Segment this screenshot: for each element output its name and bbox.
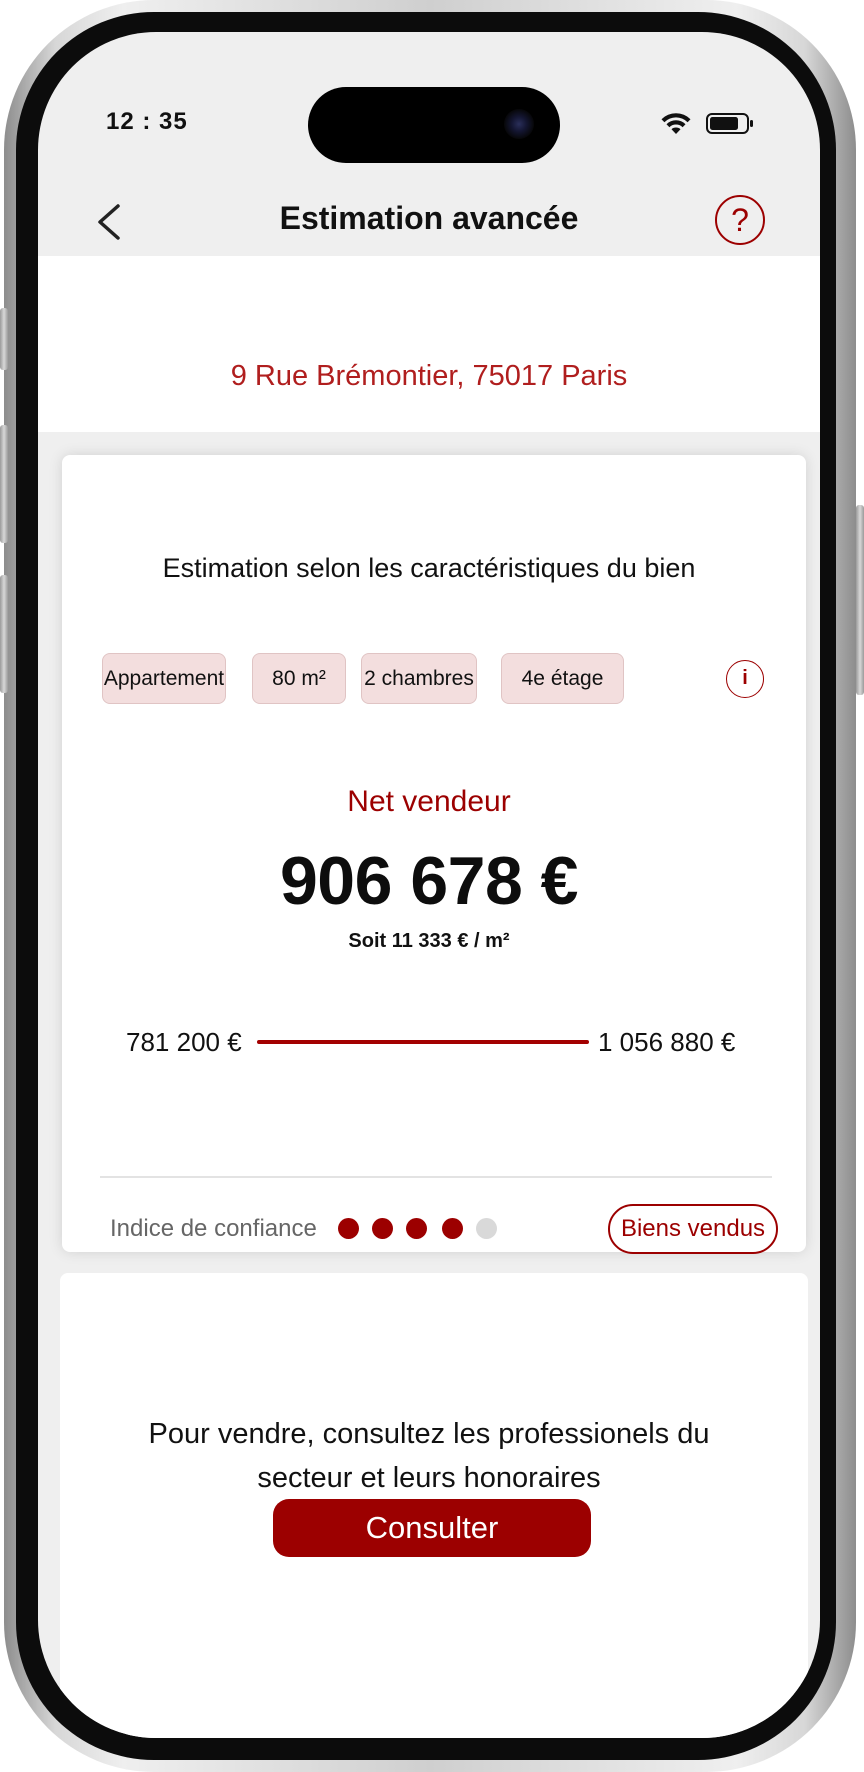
sold-properties-button[interactable]: Biens vendus [608,1204,778,1254]
net-seller-label: Net vendeur [347,785,511,818]
chip-property-type: Appartement [102,653,226,704]
side-button-volume-down [0,575,8,693]
dynamic-island [308,87,560,163]
consult-button[interactable]: Consulter [273,1499,591,1557]
app-screen: 12 : 35 Estimation avancée ? 9 Rue Brémo… [38,32,820,1738]
side-button-power [856,505,864,695]
camera-icon [504,109,534,139]
help-button[interactable]: ? [715,195,765,245]
confidence-dot [372,1218,393,1239]
estimated-price: 906 678 € [279,843,579,919]
chip-bedrooms: 2 chambres [361,653,477,704]
price-per-m2: Soit 11 333 € / m² [348,930,510,952]
side-button-volume-up [0,425,8,543]
divider [100,1176,772,1178]
confidence-dot [442,1218,463,1239]
price-range-bar [257,1040,589,1044]
range-max-value: 1 056 880 € [598,1027,736,1057]
address-text: 9 Rue Brémontier, 75017 Paris [230,360,628,392]
status-time: 12 : 35 [106,108,188,135]
range-min-value: 781 200 € [126,1027,242,1057]
estimate-heading: Estimation selon les caractéristiques du… [162,553,696,583]
side-button-action [0,308,8,370]
info-button[interactable]: i [726,660,764,698]
confidence-dot [476,1218,497,1239]
sell-prompt-text: Pour vendre, consultez les professionels… [148,1418,710,1494]
chip-surface: 80 m² [252,653,346,704]
address-card [38,256,820,432]
chip-floor: 4e étage [501,653,624,704]
battery-icon [706,113,753,134]
wifi-icon [661,113,691,134]
confidence-label: Indice de confiance [110,1215,317,1242]
page-title: Estimation avancée [279,200,579,236]
confidence-dot [406,1218,427,1239]
confidence-dot [338,1218,359,1239]
